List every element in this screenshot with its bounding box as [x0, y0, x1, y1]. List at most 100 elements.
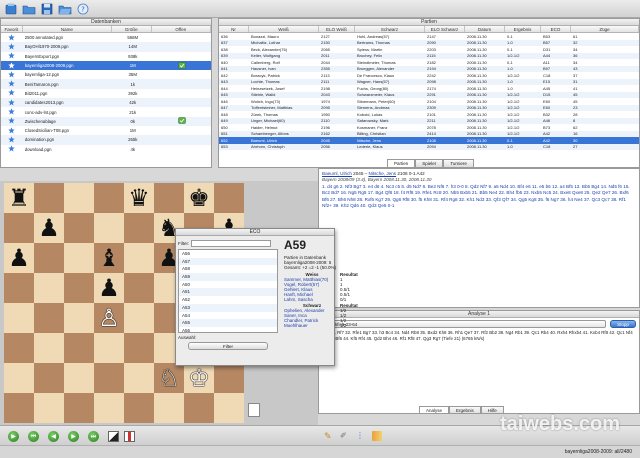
favorite-star-icon[interactable] — [1, 61, 23, 70]
board-square[interactable] — [64, 303, 94, 333]
favorite-star-icon[interactable] — [1, 145, 23, 153]
board-square[interactable]: ♟ — [4, 243, 34, 273]
col-schwarz[interactable]: Schwarz — [355, 26, 425, 32]
board-style-icon[interactable] — [124, 431, 135, 442]
board-square[interactable] — [34, 393, 64, 423]
engine-stop-button[interactable]: Stopp — [610, 319, 636, 328]
board-square[interactable] — [154, 393, 184, 423]
board-square[interactable]: ♜ — [4, 183, 34, 213]
database-row[interactable]: ClosedSicilian-T08.pgn 1M — [1, 126, 211, 135]
board-square[interactable] — [94, 333, 124, 363]
board-square[interactable] — [4, 303, 34, 333]
flip-board-icon[interactable] — [108, 431, 119, 442]
board-square[interactable] — [124, 333, 154, 363]
board-square[interactable] — [124, 213, 154, 243]
col-ergebnis[interactable]: Ergebnis — [505, 26, 541, 32]
chess-piece-bR[interactable]: ♜ — [8, 186, 30, 210]
board-square[interactable]: ♝ — [94, 243, 124, 273]
next-move-icon[interactable]: ▶ — [68, 431, 79, 442]
annotation-icon[interactable] — [372, 431, 382, 441]
board-square[interactable] — [94, 363, 124, 393]
chess-piece-bP[interactable]: ♟ — [8, 246, 30, 270]
col-eco[interactable]: ECO — [541, 26, 571, 32]
tab-partien[interactable]: Partien — [387, 159, 416, 167]
favorite-star-icon[interactable] — [1, 52, 23, 60]
chess-piece-wP[interactable]: ♙ — [98, 306, 120, 330]
board-square[interactable]: ♘ — [154, 363, 184, 393]
chess-piece-bP[interactable]: ♟ — [98, 276, 120, 300]
col-datum[interactable]: Datum — [465, 26, 505, 32]
chess-piece-bP[interactable]: ♟ — [38, 216, 60, 240]
favorite-star-icon[interactable] — [1, 43, 23, 51]
board-square[interactable] — [34, 303, 64, 333]
favorite-star-icon[interactable] — [1, 33, 23, 42]
col-offen[interactable]: Offen — [152, 26, 211, 32]
save-icon[interactable] — [40, 3, 54, 15]
board-square[interactable] — [4, 333, 34, 363]
col-elo-weiss[interactable]: ELO Weiß — [319, 26, 355, 32]
eco-player-name[interactable]: Muehlhauer — [284, 323, 340, 328]
game-row[interactable]: 645 Stiehle, Walid 2043 Schwarzmeier, Klaus… — [219, 91, 639, 98]
board-square[interactable] — [34, 363, 64, 393]
col-zuege[interactable]: Züge — [571, 26, 639, 32]
board-square[interactable] — [34, 273, 64, 303]
database-row[interactable]: BayOHl1970-2009.pgn 14M — [1, 42, 211, 52]
tab-analyse[interactable]: Analyse — [419, 406, 450, 413]
board-square[interactable] — [124, 273, 154, 303]
game-row[interactable]: 653 Ahrhorn, Christoph 2056 Lederle, Klaus 2… — [219, 143, 639, 150]
eco-code-item[interactable]: A51 — [179, 288, 277, 297]
last-move-icon[interactable]: ⏭ — [88, 431, 99, 442]
favorite-star-icon[interactable] — [1, 136, 23, 144]
favorite-star-icon[interactable] — [1, 89, 23, 97]
board-square[interactable]: ♔ — [184, 363, 214, 393]
first-move-icon[interactable]: ⏮ — [28, 431, 39, 442]
previous-move-icon[interactable]: ◀ — [48, 431, 59, 442]
database-row[interactable]: conc-adv-lnt.pgn 21k — [1, 107, 211, 116]
game-row[interactable]: 648 Zürek, Thomas 1950 Kobold, Lukas 2101 200… — [219, 111, 639, 118]
favorite-star-icon[interactable] — [1, 80, 23, 88]
game-row[interactable]: 650 Haider, Helmut 2196 Kosmaner, Franz 2078… — [219, 124, 639, 131]
eco-code-item[interactable]: A56 — [179, 327, 277, 332]
game-row[interactable]: 637 Michalitz, Lothar 2150 Bertrams, Thomas… — [219, 39, 639, 46]
favorite-star-icon[interactable] — [1, 108, 23, 116]
board-square[interactable] — [4, 393, 34, 423]
database-row[interactable]: download.pgn 4k — [1, 145, 211, 154]
col-groesse[interactable]: Größe — [112, 26, 152, 32]
eco-code-item[interactable]: A52 — [179, 296, 277, 304]
board-square[interactable] — [64, 273, 94, 303]
game-row[interactable]: 640 Callenberg, Rolf 2044 Steindlmeier, Tho… — [219, 59, 639, 66]
edit-icon[interactable]: ✎ — [324, 431, 334, 441]
board-square[interactable] — [94, 183, 124, 213]
chess-piece-wK[interactable]: ♔ — [188, 366, 210, 390]
favorite-star-icon[interactable] — [1, 126, 23, 135]
board-square[interactable] — [4, 273, 34, 303]
eco-code-item[interactable]: A50 — [179, 281, 277, 289]
board-square[interactable] — [64, 393, 94, 423]
board-square[interactable] — [34, 333, 64, 363]
col-weiss[interactable]: Weiß — [249, 26, 319, 32]
board-square[interactable] — [124, 363, 154, 393]
header-white-player[interactable]: Baeuml, Ulrich — [322, 171, 352, 176]
game-row[interactable]: 641 Hausner, Ivan 2355 Brueggen, Alexander 2… — [219, 65, 639, 72]
chess-piece-bB[interactable]: ♝ — [98, 246, 120, 270]
board-square[interactable] — [214, 363, 244, 393]
game-row[interactable]: 636 Bonazzi, Mauro 2127 Hohl, Andreas(57) 21… — [219, 33, 639, 40]
col-nr[interactable]: Nr — [219, 26, 249, 32]
comment-icon[interactable]: ✐ — [340, 431, 350, 441]
database-row[interactable]: BeniTamaron.pgn 1k — [1, 79, 211, 89]
game-row[interactable]: 638 Beck, Alexander(76) 2065 Spiess, Martin… — [219, 46, 639, 53]
eco-code-item[interactable]: A59 — [179, 273, 277, 281]
database-row[interactable]: domination.pgn 265k — [1, 135, 211, 145]
favorite-star-icon[interactable] — [1, 99, 23, 107]
database-row[interactable]: Bit2011.pgn 392k — [1, 89, 211, 98]
board-square[interactable] — [184, 393, 214, 423]
board-square[interactable] — [124, 243, 154, 273]
database-row[interactable]: bayernliga2008-2009.pgn 1M — [1, 60, 211, 71]
open-file-icon[interactable] — [58, 3, 72, 15]
board-square[interactable]: ♛ — [124, 183, 154, 213]
database-row[interactable]: bayernliga-12.pgn 35M — [1, 70, 211, 79]
database-row[interactable]: 2500 annotated.pgn 566M — [1, 33, 211, 42]
board-square[interactable] — [4, 213, 34, 243]
database-row[interactable]: BayernExport.pgn 938k — [1, 52, 211, 61]
eco-filter-button[interactable]: Filter — [188, 342, 268, 350]
